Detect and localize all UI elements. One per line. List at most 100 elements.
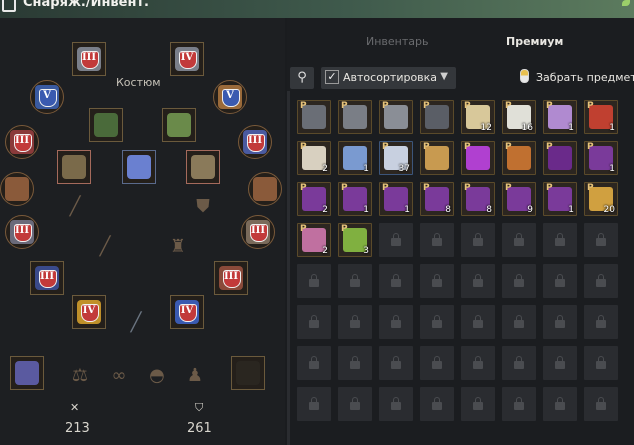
inventory-item[interactable]: P3: [338, 223, 372, 257]
inventory-item[interactable]: P 20: [584, 182, 618, 216]
inventory-item[interactable]: P: [543, 141, 577, 175]
locked-cell[interactable]: [543, 223, 577, 257]
inventory-item[interactable]: P: [420, 100, 454, 134]
boots-right-slot[interactable]: III: [214, 261, 248, 295]
locked-cell[interactable]: [379, 305, 413, 339]
scales-placeholder-icon[interactable]: ⚖: [66, 362, 94, 390]
locked-cell[interactable]: [543, 305, 577, 339]
inventory-item[interactable]: P1: [584, 141, 618, 175]
locked-cell[interactable]: [297, 346, 331, 380]
inventory-item[interactable]: P2: [297, 182, 331, 216]
tab-inventory[interactable]: Инвентарь: [366, 35, 428, 48]
collect-items-button[interactable]: Забрать предмет: [536, 71, 634, 84]
costume-left-slot[interactable]: [57, 150, 91, 184]
locked-cell[interactable]: [338, 264, 372, 298]
inventory-item[interactable]: P: [379, 100, 413, 134]
book-slot[interactable]: [10, 356, 44, 390]
inventory-item[interactable]: 1: [338, 141, 372, 175]
chevron-down-icon[interactable]: ▼: [440, 71, 448, 82]
boots-left-slot[interactable]: III: [30, 261, 64, 295]
inventory-item[interactable]: P2: [297, 141, 331, 175]
lips-placeholder-icon[interactable]: ◓: [143, 362, 171, 390]
locked-cell[interactable]: [379, 223, 413, 257]
search-button[interactable]: ⚲: [290, 67, 314, 89]
locked-cell[interactable]: [461, 346, 495, 380]
inventory-item[interactable]: P 37: [379, 141, 413, 175]
inventory-item[interactable]: P8: [420, 182, 454, 216]
inventory-item[interactable]: P: [502, 141, 536, 175]
locked-cell[interactable]: [379, 264, 413, 298]
autosort-checkbox[interactable]: ✓: [325, 70, 339, 84]
locked-cell[interactable]: [461, 264, 495, 298]
inventory-item[interactable]: P2: [297, 223, 331, 257]
locked-cell[interactable]: [543, 387, 577, 421]
glasses-placeholder-icon[interactable]: ∞: [105, 362, 133, 390]
inventory-item[interactable]: P: [420, 141, 454, 175]
locked-cell[interactable]: [297, 305, 331, 339]
ring-left-slot[interactable]: III: [5, 125, 39, 159]
helmet-slot[interactable]: III: [72, 42, 106, 76]
inventory-item[interactable]: P1: [379, 182, 413, 216]
locked-cell[interactable]: [297, 387, 331, 421]
locked-cell[interactable]: [502, 387, 536, 421]
weapon-right-slot[interactable]: IV: [170, 295, 204, 329]
locked-cell[interactable]: [584, 305, 618, 339]
locked-cell[interactable]: [584, 264, 618, 298]
right-upper-slot[interactable]: V: [213, 80, 247, 114]
locked-cell[interactable]: [420, 305, 454, 339]
locked-cell[interactable]: [338, 387, 372, 421]
locked-cell[interactable]: [379, 346, 413, 380]
locked-cell[interactable]: [338, 305, 372, 339]
locked-cell[interactable]: [379, 387, 413, 421]
locked-cell[interactable]: [543, 264, 577, 298]
inventory-item[interactable]: P8: [461, 182, 495, 216]
locked-cell[interactable]: [502, 264, 536, 298]
locked-cell[interactable]: [420, 264, 454, 298]
locked-cell[interactable]: [502, 346, 536, 380]
locked-cell[interactable]: [584, 387, 618, 421]
locked-cell[interactable]: [461, 223, 495, 257]
costume-armor-slot[interactable]: [162, 108, 196, 142]
inventory-item[interactable]: P: [297, 100, 331, 134]
amulet-right-slot[interactable]: [248, 172, 282, 206]
top-right-slot[interactable]: IV: [170, 42, 204, 76]
inventory-item[interactable]: P 16: [502, 100, 536, 134]
locked-cell[interactable]: [502, 305, 536, 339]
gloves-left-slot[interactable]: III: [5, 215, 39, 249]
bow-slot[interactable]: [231, 356, 265, 390]
inventory-item[interactable]: P1: [338, 182, 372, 216]
gloves-right-slot[interactable]: III: [241, 215, 275, 249]
locked-cell[interactable]: [420, 223, 454, 257]
amulet-left-slot[interactable]: [0, 172, 34, 206]
locked-cell[interactable]: [420, 346, 454, 380]
locked-cell[interactable]: [297, 264, 331, 298]
inventory-item[interactable]: P1: [584, 100, 618, 134]
inventory-scrollbar[interactable]: [287, 91, 290, 445]
knife-placeholder-icon[interactable]: ╱: [122, 309, 150, 337]
locked-cell[interactable]: [543, 346, 577, 380]
locked-cell[interactable]: [461, 387, 495, 421]
inventory-item[interactable]: P 12: [461, 100, 495, 134]
inventory-item[interactable]: P9: [502, 182, 536, 216]
sword-placeholder-icon[interactable]: ╱: [61, 193, 89, 221]
costume-hood-slot[interactable]: [89, 108, 123, 142]
weapon-left-slot[interactable]: IV: [72, 295, 106, 329]
autosort-dropdown[interactable]: ✓ Автосортировка ▼: [321, 67, 456, 89]
dagger-placeholder-icon[interactable]: ╱: [91, 233, 119, 261]
cloak-placeholder-icon[interactable]: ♟: [181, 362, 209, 390]
locked-cell[interactable]: [338, 346, 372, 380]
ring-right-slot[interactable]: III: [238, 125, 272, 159]
costume-crystal-slot[interactable]: [122, 150, 156, 184]
costume-gloves-slot[interactable]: [186, 150, 220, 184]
locked-cell[interactable]: [420, 387, 454, 421]
shield-placeholder-icon[interactable]: ⛊: [189, 193, 217, 221]
armor-placeholder-icon[interactable]: ♜: [164, 233, 192, 261]
tab-premium[interactable]: Премиум: [506, 35, 563, 48]
inventory-item[interactable]: P1: [543, 182, 577, 216]
inventory-item[interactable]: P: [461, 141, 495, 175]
inventory-item[interactable]: P: [338, 100, 372, 134]
left-upper-slot[interactable]: V: [30, 80, 64, 114]
locked-cell[interactable]: [584, 223, 618, 257]
locked-cell[interactable]: [461, 305, 495, 339]
locked-cell[interactable]: [584, 346, 618, 380]
